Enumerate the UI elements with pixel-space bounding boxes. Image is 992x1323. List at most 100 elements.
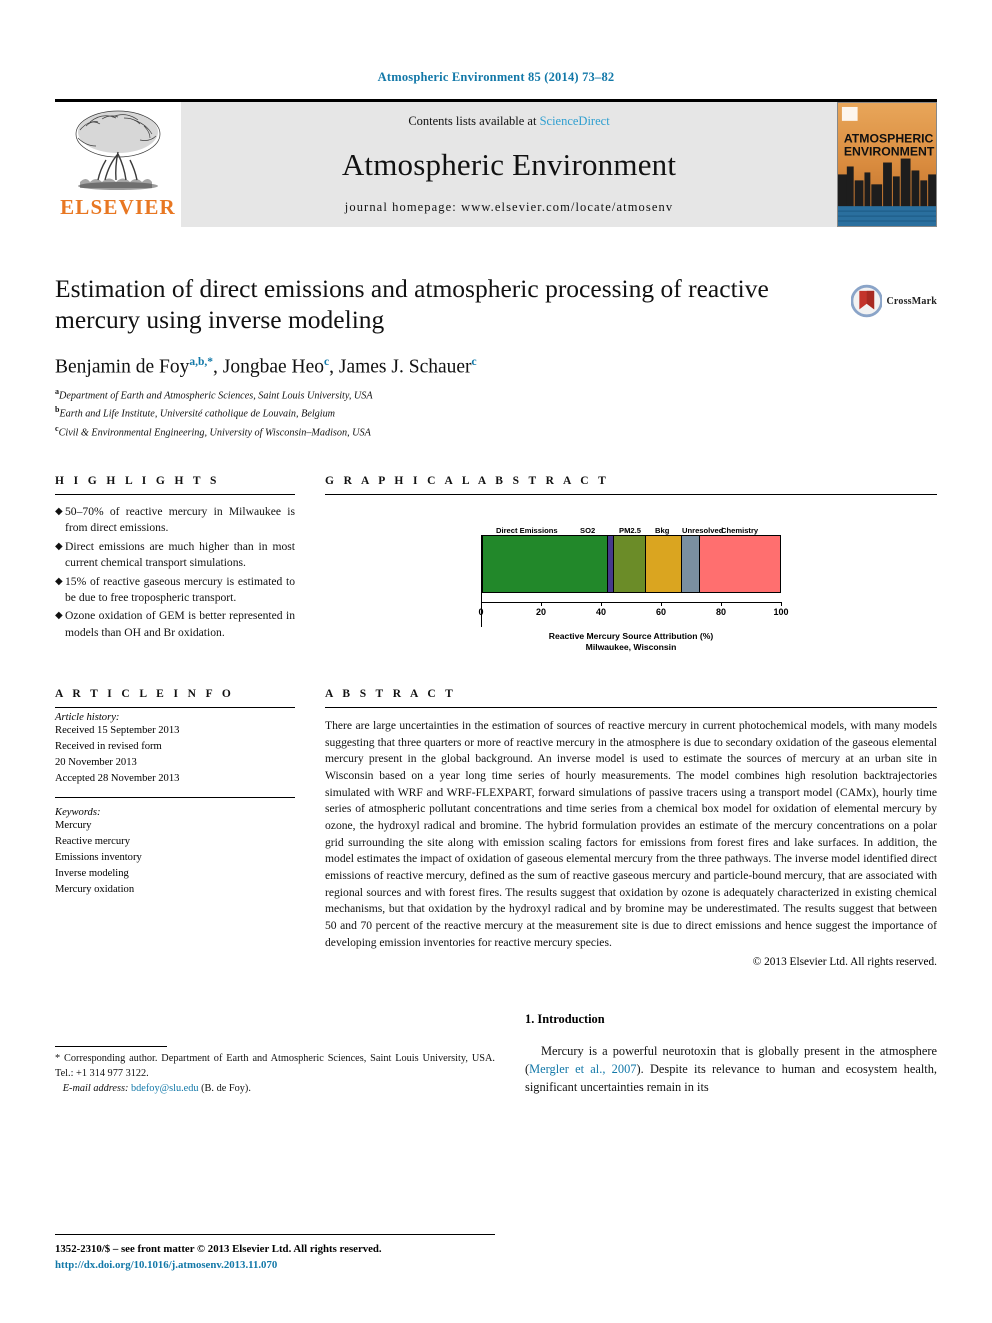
cover-artwork-icon: ATMOSPHERIC ENVIRONMENT (838, 103, 936, 226)
affiliation-text: Civil & Environmental Engineering, Unive… (58, 426, 371, 438)
chart-sublabel: Milwaukee, Wisconsin (585, 642, 677, 653)
highlight-text: 50–70% of reactive mercury in Milwaukee … (65, 504, 295, 535)
corresponding-author-note: * Corresponding author. Department of Ea… (55, 1052, 495, 1079)
journal-cover-thumbnail: ATMOSPHERIC ENVIRONMENT (837, 102, 937, 227)
keywords-label: Keywords: (55, 807, 101, 819)
axis-tick (781, 601, 782, 606)
journal-title: Atmospheric Environment (341, 146, 677, 182)
highlight-text: Direct emissions are much higher than in… (65, 539, 295, 570)
crossmark-label: CrossMark (886, 295, 937, 307)
list-item: ◆ 50–70% of reactive mercury in Milwaukee… (55, 504, 295, 537)
bar-segment (646, 535, 682, 592)
email-note: E-mail address: bdefoy@slu.edu (B. de Fo… (55, 1082, 495, 1097)
abstract-copyright: © 2013 Elsevier Ltd. All rights reserved… (752, 955, 937, 968)
legend-label: Bkg (655, 525, 670, 535)
article-info-heading: A R T I C L E I N F O (55, 687, 235, 700)
highlights-column: H I G H L I G H T S ◆ 50–70% of reactive … (55, 475, 295, 654)
article-info-column: A R T I C L E I N F O Article history: R… (55, 688, 295, 968)
axis-tick-label: 100 (773, 606, 789, 617)
abstract-heading: A B S T R A C T (325, 687, 457, 700)
abstract-text: There are large uncertainties in the est… (325, 718, 937, 949)
email-label: E-mail address: (62, 1082, 129, 1094)
legend-label: Chemistry (721, 525, 759, 535)
author-name: Benjamin de Foy (55, 356, 190, 378)
keyword-item: Mercury oxidation (55, 884, 135, 896)
author-affil-marker[interactable]: a,b,* (189, 356, 213, 368)
bullet-icon: ◆ (55, 575, 63, 587)
list-item: ◆ Direct emissions are much higher than i… (55, 539, 295, 572)
email-suffix: (B. de Foy). (201, 1082, 251, 1094)
list-item: ◆ Ozone oxidation of GEM is better repres… (55, 608, 295, 641)
stacked-bar (481, 534, 781, 593)
article-history-item: Accepted 28 November 2013 (55, 772, 180, 784)
bar-segment (699, 535, 780, 592)
page-bottom: * Corresponding author. Department of Ea… (55, 1012, 937, 1097)
axis-tick (721, 601, 722, 606)
divider (325, 706, 937, 708)
axis-tick (661, 601, 662, 606)
affiliation-item: bEarth and Life Institute, Université ca… (55, 404, 937, 422)
axis-tick (481, 601, 482, 606)
graphical-abstract-heading: G R A P H I C A L A B S T R A C T (325, 474, 610, 487)
affiliation-text: Earth and Life Institute, Université cat… (59, 408, 336, 420)
email-link[interactable]: bdefoy@slu.edu (131, 1083, 199, 1094)
author-name: Jongbae Heo (222, 356, 324, 378)
legend-label: Direct Emissions (496, 525, 558, 535)
crossmark-icon (851, 284, 883, 318)
bullet-icon: ◆ (55, 540, 63, 552)
abstract-column: A B S T R A C T There are large uncertai… (325, 688, 937, 968)
axis-tick-label: 40 (595, 606, 607, 617)
legend-label: SO2 (580, 525, 596, 535)
elsevier-logo: ELSEVIER (55, 102, 181, 227)
svg-text:ENVIRONMENT: ENVIRONMENT (844, 145, 935, 159)
sciencedirect-link[interactable]: ScienceDirect (540, 114, 610, 128)
elsevier-wordmark: ELSEVIER (60, 195, 176, 219)
chart-caption: Reactive Mercury Source Attribution (%) … (481, 631, 781, 654)
article-history-item: 20 November 2013 (55, 756, 137, 768)
axis-tick (541, 601, 542, 606)
introduction-paragraph: Mercury is a powerful neurotoxin that is… (525, 1043, 937, 1097)
elsevier-tree-icon (75, 110, 161, 190)
footnote-block: * Corresponding author. Department of Ea… (55, 1045, 495, 1097)
citation-link[interactable]: Mergler et al., 2007 (529, 1062, 636, 1076)
affiliation-item: cCivil & Environmental Engineering, Univ… (55, 423, 937, 441)
author-affil-marker[interactable]: c (324, 356, 329, 368)
issn-line: 1352-2310/$ – see front matter © 2013 El… (55, 1242, 382, 1255)
axis-tick-label: 0 (478, 606, 484, 617)
list-item: ◆ 15% of reactive gaseous mercury is esti… (55, 574, 295, 607)
article-history-item: Received in revised form (55, 740, 162, 752)
keyword-item: Reactive mercury (55, 836, 130, 848)
title-block: Estimation of direct emissions and atmos… (55, 273, 937, 441)
chart-xlabel: Reactive Mercury Source Attribution (%) (548, 630, 714, 641)
affiliation-text: Department of Earth and Atmospheric Scie… (59, 390, 373, 402)
axis-tick-label: 60 (655, 606, 667, 617)
affiliation-list: aDepartment of Earth and Atmospheric Sci… (55, 386, 937, 441)
legend-label: Unresolved (682, 525, 724, 535)
author-affil-marker[interactable]: c (472, 356, 477, 368)
chart-legend: Direct Emissions SO2 PM2.5 Bkg Unresolved Che… (481, 519, 781, 535)
source-attribution-chart: Direct Emissions SO2 PM2.5 Bkg Unresolved Che… (478, 519, 788, 654)
bullet-icon: ◆ (55, 505, 63, 517)
divider (55, 706, 295, 708)
divider (55, 493, 295, 495)
legend-label: PM2.5 (619, 525, 641, 535)
article-info-and-abstract: A R T I C L E I N F O Article history: R… (55, 688, 937, 968)
highlights-heading: H I G H L I G H T S (55, 474, 220, 487)
axis-tick (601, 601, 602, 606)
axis-line (481, 601, 781, 603)
divider (325, 493, 937, 495)
highlight-text: 15% of reactive gaseous mercury is estim… (65, 574, 295, 604)
keyword-item: Mercury (55, 820, 92, 832)
graphical-abstract-column: G R A P H I C A L A B S T R A C T Direct… (325, 475, 937, 654)
footer-divider (55, 1233, 495, 1235)
running-head: Atmospheric Environment 85 (2014) 73–82 (377, 70, 615, 84)
highlights-list: ◆ 50–70% of reactive mercury in Milwaukee… (55, 504, 295, 642)
page-title: Estimation of direct emissions and atmos… (55, 274, 769, 335)
bar-segment (483, 535, 608, 592)
page-footer: 1352-2310/$ – see front matter © 2013 El… (55, 1233, 555, 1273)
doi-link[interactable]: http://dx.doi.org/10.1016/j.atmosenv.201… (55, 1257, 555, 1273)
journal-homepage-link[interactable]: journal homepage: www.elsevier.com/locat… (345, 200, 673, 215)
introduction-heading: 1. Introduction (525, 1011, 605, 1026)
crossmark-badge[interactable]: CrossMark (851, 275, 937, 327)
keyword-item: Inverse modeling (55, 868, 129, 880)
